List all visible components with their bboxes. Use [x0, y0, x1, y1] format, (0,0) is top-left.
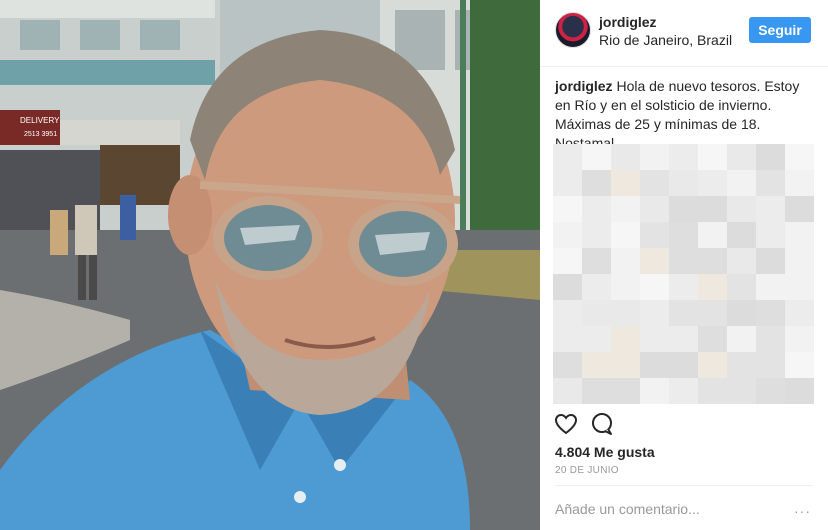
post-caption: jordiglez Hola de nuevo tesoros. Estoy e… [555, 77, 815, 153]
action-bar [554, 412, 614, 438]
likes-count[interactable]: 4.804 Me gusta [555, 444, 655, 460]
username-link[interactable]: jordiglez [599, 14, 657, 30]
blurred-comments [553, 144, 814, 404]
heart-icon[interactable] [554, 412, 578, 436]
caption-username[interactable]: jordiglez [555, 78, 613, 94]
more-options-icon[interactable]: ··· [794, 503, 811, 519]
follow-button[interactable]: Seguir [749, 17, 811, 43]
post-date: 20 DE JUNIO [555, 465, 619, 476]
comment-icon[interactable] [590, 412, 614, 436]
photo-illustration: DELIVERY 2513 3951 [0, 0, 540, 530]
comment-input[interactable]: Añade un comentario... [555, 501, 700, 517]
location-link[interactable]: Rio de Janeiro, Brazil [599, 32, 732, 48]
shop-sign: DELIVERY [20, 116, 60, 125]
post-header: jordiglez Rio de Janeiro, Brazil Seguir [540, 0, 828, 67]
divider [555, 485, 813, 486]
instagram-post-view: DELIVERY 2513 3951 jordiglez Rio de Jane… [0, 0, 828, 530]
shop-phone: 2513 3951 [24, 131, 57, 138]
post-photo[interactable]: DELIVERY 2513 3951 [0, 0, 540, 530]
avatar[interactable] [555, 12, 591, 48]
post-sidebar: jordiglez Rio de Janeiro, Brazil Seguir … [540, 0, 828, 530]
